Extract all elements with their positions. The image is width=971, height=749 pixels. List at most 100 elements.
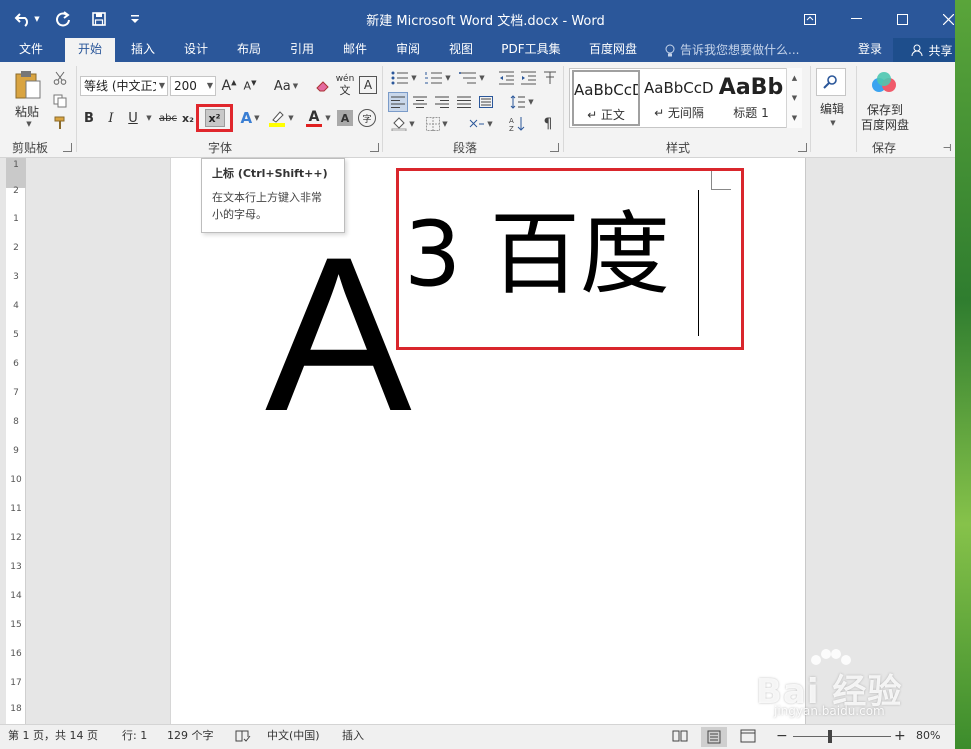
tab-design[interactable]: 设计 xyxy=(175,38,217,62)
highlight-button[interactable]: ▼ xyxy=(266,108,296,128)
format-painter-button[interactable] xyxy=(50,113,70,133)
decrease-indent-button[interactable] xyxy=(497,68,517,88)
clipboard-launcher-icon[interactable] xyxy=(63,143,72,152)
undo-button[interactable]: ▼ xyxy=(10,6,44,32)
multilevel-list-icon xyxy=(459,72,477,84)
line-number[interactable]: 行: 1 xyxy=(122,725,147,749)
tab-baidu-netdisk[interactable]: 百度网盘 xyxy=(580,38,646,62)
sign-in-link[interactable]: 登录 xyxy=(858,38,882,62)
customize-qat-button[interactable] xyxy=(118,6,152,32)
sort-button[interactable]: AZ xyxy=(507,114,527,134)
tab-references[interactable]: 引用 xyxy=(281,38,323,62)
character-border-button[interactable]: A xyxy=(359,76,377,94)
zoom-in-button[interactable]: + xyxy=(894,725,906,749)
styles-scroll-up-icon[interactable]: ▲ xyxy=(787,68,802,88)
styles-scroll-down-icon[interactable]: ▼ xyxy=(787,88,802,108)
chinese-layout-button[interactable] xyxy=(540,68,560,88)
strikethrough-button[interactable]: abc xyxy=(156,108,180,128)
paste-button[interactable]: 粘贴 xyxy=(10,103,44,119)
superscript-button[interactable]: x² xyxy=(204,109,225,127)
font-launcher-icon[interactable] xyxy=(370,143,379,152)
tab-pdf-tools[interactable]: PDF工具集 xyxy=(494,38,568,62)
tab-mailings[interactable]: 邮件 xyxy=(334,38,376,62)
borders-button[interactable]: ▼ xyxy=(422,114,452,134)
styles-more-icon[interactable]: ▼ xyxy=(787,108,802,128)
styles-launcher-icon[interactable] xyxy=(798,143,807,152)
change-case-button[interactable]: Aa ▼ xyxy=(270,76,302,96)
editing-button[interactable]: 编辑 xyxy=(812,100,852,116)
text-effects-button[interactable]: A ▼ xyxy=(237,108,263,128)
save-to-label-2: 百度网盘 xyxy=(860,117,909,132)
paste-icon-button[interactable] xyxy=(12,68,44,102)
superscript-button-highlight[interactable]: x² xyxy=(196,104,233,132)
web-layout-button[interactable] xyxy=(740,729,756,749)
minimize-button[interactable] xyxy=(833,0,879,38)
character-shading-button[interactable]: A xyxy=(337,110,353,126)
tab-home[interactable]: 开始 xyxy=(65,38,115,62)
pin-ribbon-icon[interactable]: ⊣ xyxy=(940,142,954,154)
align-right-button[interactable] xyxy=(432,92,452,112)
save-button[interactable] xyxy=(82,6,116,32)
ribbon-display-button[interactable] xyxy=(787,0,833,38)
tab-review[interactable]: 审阅 xyxy=(387,38,429,62)
align-center-button[interactable] xyxy=(410,92,430,112)
paste-dropdown-icon[interactable]: ▼ xyxy=(22,119,34,129)
style-heading-1[interactable]: AaBb 标题 1 xyxy=(718,70,784,126)
cut-button[interactable] xyxy=(50,68,70,88)
asian-layout-dropdown-icon: ▼ xyxy=(487,120,493,128)
tab-view[interactable]: 视图 xyxy=(440,38,482,62)
style-normal[interactable]: AaBbCcDd ↵ 正文 xyxy=(572,70,640,126)
page-count[interactable]: 第 1 页，共 14 页 xyxy=(8,725,98,749)
zoom-level[interactable]: 80% xyxy=(916,725,940,749)
multilevel-list-button[interactable]: ▼ xyxy=(456,68,488,88)
style-no-spacing[interactable]: AaBbCcDd ↵ 无间隔 xyxy=(644,70,714,126)
baidu-cloud-button[interactable] xyxy=(868,68,900,98)
style-heading-1-sample: AaBb xyxy=(718,75,784,100)
proofing-icon[interactable] xyxy=(235,729,251,749)
paragraph-launcher-icon[interactable] xyxy=(550,143,559,152)
tab-layout[interactable]: 布局 xyxy=(228,38,270,62)
paint-bucket-icon xyxy=(391,117,407,131)
zoom-slider-thumb[interactable] xyxy=(828,730,832,743)
word-count[interactable]: 129 个字 xyxy=(167,725,214,749)
enclose-characters-button[interactable]: 字 xyxy=(358,109,376,127)
document-big-letter[interactable]: A xyxy=(265,224,412,444)
tab-file[interactable]: 文件 xyxy=(9,38,53,62)
justify-button[interactable] xyxy=(454,92,474,112)
bullets-button[interactable]: ▼ xyxy=(388,68,420,88)
asian-layout-button[interactable]: ▼ xyxy=(466,114,496,134)
distributed-button[interactable] xyxy=(476,92,496,112)
grow-font-button[interactable]: A▲ xyxy=(220,76,238,96)
increase-indent-button[interactable] xyxy=(519,68,539,88)
shrink-font-button[interactable]: A▼ xyxy=(241,76,259,96)
underline-button[interactable]: U xyxy=(124,108,142,128)
phonetic-guide-button[interactable]: wén 文 xyxy=(334,72,356,98)
print-layout-button[interactable] xyxy=(701,727,727,747)
numbering-button[interactable]: ▼ xyxy=(422,68,454,88)
underline-dropdown-icon[interactable]: ▼ xyxy=(143,108,153,128)
redo-button[interactable] xyxy=(46,6,80,32)
tell-me-box[interactable]: 告诉我您想要做什么... xyxy=(665,38,799,62)
tab-insert[interactable]: 插入 xyxy=(122,38,164,62)
read-mode-button[interactable] xyxy=(672,729,688,749)
align-left-button[interactable] xyxy=(388,92,408,112)
find-button[interactable] xyxy=(816,68,846,96)
font-size-dropdown[interactable]: 200 ▼ xyxy=(170,76,216,96)
bold-button[interactable]: B xyxy=(80,108,98,128)
shading-button[interactable]: ▼ xyxy=(388,114,418,134)
zoom-slider-track[interactable] xyxy=(793,736,891,737)
shrink-font-icon: A▼ xyxy=(243,79,257,93)
copy-button[interactable] xyxy=(50,91,70,111)
clear-formatting-button[interactable] xyxy=(313,76,333,96)
show-marks-button[interactable]: ¶ xyxy=(538,114,558,134)
subscript-button[interactable]: x₂ xyxy=(181,108,195,128)
italic-button[interactable]: I xyxy=(102,108,120,128)
language-indicator[interactable]: 中文(中国) xyxy=(267,725,320,749)
font-name-dropdown[interactable]: 等线 (中文正文 ▼ xyxy=(80,76,168,96)
maximize-button[interactable] xyxy=(879,0,925,38)
font-color-dropdown-icon[interactable]: ▼ xyxy=(322,108,332,128)
insert-mode[interactable]: 插入 xyxy=(342,725,364,749)
zoom-out-button[interactable]: − xyxy=(776,725,788,749)
editing-dropdown-icon[interactable]: ▼ xyxy=(826,118,838,128)
line-spacing-button[interactable]: ▼ xyxy=(507,92,537,112)
